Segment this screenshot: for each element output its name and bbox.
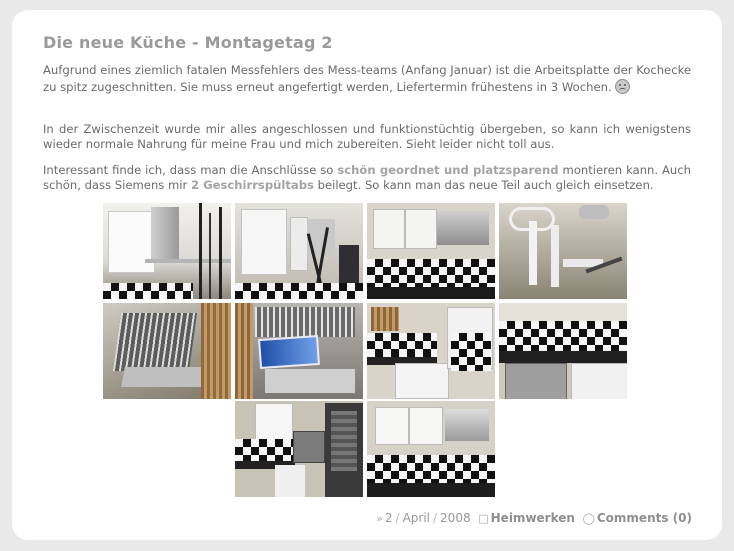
post-title[interactable]: Die neue Küche - Montagetag 2 [43,33,333,52]
kitchen-corner-photo[interactable] [367,303,495,399]
comments-link[interactable]: Comments (0) [597,511,692,525]
dishwasher-open-photo[interactable] [103,303,231,399]
post-meta: » 2/April/2008 □ Heimwerken ◯ Comments (0) [376,511,692,525]
paragraph-2: In der Zwischenzeit wurde mir alles ange… [43,122,691,151]
paragraph-3-text-c: beilegt. So kann man das neue Teil auch … [313,178,654,192]
paragraph-1-text: Aufgrund eines ziemlich fatalen Messfehl… [43,63,691,94]
date-separator: / [395,511,400,525]
category-link[interactable]: Heimwerken [491,511,575,525]
date-separator: / [433,511,438,525]
paragraph-3-text-a: Interessant finde ich, dass man die Ansc… [43,163,338,177]
kitchen-shelf-photo[interactable] [235,203,363,299]
paragraph-3: Interessant finde ich, dass man die Ansc… [43,163,691,193]
double-chevron-icon: » [376,512,383,525]
dishwasher-tabs-photo[interactable] [235,303,363,399]
paragraph-1: Aufgrund eines ziemlich fatalen Messfehl… [43,63,691,95]
kitchen-cabinets-photo[interactable] [367,203,495,299]
date-month: April [402,511,430,525]
keyword-link-dishwasher-tabs[interactable]: 2 Geschirrspültabs [191,178,314,192]
date-day: 2 [384,511,393,525]
post-card: Die neue Küche - Montagetag 2 Aufgrund e… [12,10,722,540]
kitchen-hood-photo[interactable] [103,203,231,299]
document-icon: □ [478,512,489,525]
sink-pipes-photo[interactable] [499,203,627,299]
keyword-link-connections[interactable]: schön geordnet und platzsparend [337,163,558,177]
speech-bubble-icon: ◯ [582,512,595,525]
date-year: 2008 [440,511,471,525]
kitchen-overview-photo[interactable] [367,401,495,497]
sad-face-icon [615,79,631,94]
oven-counter-photo[interactable] [499,303,627,399]
kitchen-oven-column-photo[interactable] [235,401,363,497]
